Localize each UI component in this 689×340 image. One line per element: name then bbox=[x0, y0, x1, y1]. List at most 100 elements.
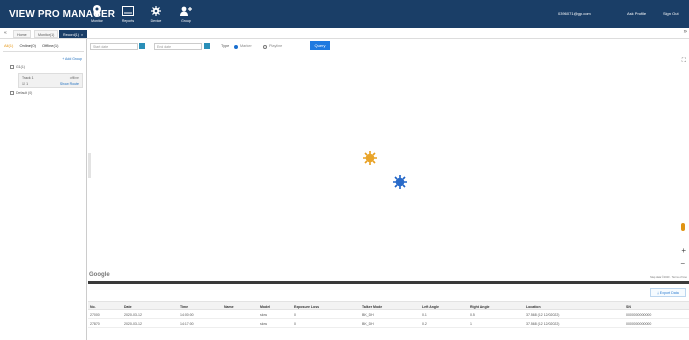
column-header[interactable]: Time bbox=[180, 305, 188, 309]
table-cell: 0.2 bbox=[422, 322, 427, 326]
device-count: ☑ 1 bbox=[22, 82, 28, 86]
nav-monitor-label: Monitor bbox=[91, 19, 103, 23]
table-cell: 1 bbox=[470, 322, 472, 326]
table-cell: 2020-03-12 bbox=[124, 313, 142, 317]
tab-back-icon[interactable]: « bbox=[4, 30, 7, 36]
page-tabs: « Home Monitor(1) Record(1) × » bbox=[0, 28, 689, 39]
end-date-input[interactable]: End date bbox=[154, 43, 202, 50]
zoom-in-button[interactable]: + bbox=[681, 246, 686, 255]
column-header[interactable]: Talker Mode bbox=[362, 305, 382, 309]
export-data-button[interactable]: ⤓ Export Data bbox=[650, 288, 686, 297]
start-date-input[interactable]: Start date bbox=[90, 43, 138, 50]
google-logo: Google bbox=[89, 272, 110, 278]
close-icon[interactable]: × bbox=[81, 33, 83, 37]
column-header[interactable]: Name bbox=[224, 305, 234, 309]
location-marker[interactable] bbox=[363, 151, 377, 166]
table-cell: 37.568 (12 12/02022) bbox=[526, 322, 560, 326]
nav-reports-label: Reports bbox=[121, 19, 135, 23]
tab-record-label: Record(1) bbox=[63, 33, 79, 37]
column-header[interactable]: Left Angle bbox=[422, 305, 439, 309]
column-header[interactable]: SN bbox=[626, 305, 631, 309]
map-view[interactable]: ⛶ + − Google Map data ©2020 · Terms of U… bbox=[88, 53, 689, 281]
nav-group[interactable]: Group bbox=[172, 4, 200, 23]
gear-icon bbox=[142, 4, 170, 17]
report-icon bbox=[114, 4, 142, 17]
group-label: G1(1) bbox=[16, 65, 25, 69]
group-label: Default (0) bbox=[16, 91, 33, 95]
radio-playline[interactable] bbox=[263, 45, 267, 49]
signout-link[interactable]: Sign Out bbox=[663, 11, 679, 16]
map-attribution[interactable]: Map data ©2020 · Terms of Use bbox=[650, 276, 687, 279]
device-checkbox-icon[interactable]: ☑ bbox=[22, 82, 25, 86]
tab-all[interactable]: All(1) bbox=[4, 43, 13, 48]
filter-bar: Start date End date Type Marker Playline… bbox=[88, 39, 689, 53]
group-row[interactable]: Default (0) bbox=[10, 91, 32, 95]
tab-record[interactable]: Record(1) × bbox=[59, 30, 88, 38]
table-cell: BK_DH bbox=[362, 322, 374, 326]
column-header[interactable]: Right Angle bbox=[470, 305, 490, 309]
table-header: No. Date Time Name Model Exposure Loss T… bbox=[88, 301, 689, 310]
export-label: Export Data bbox=[659, 291, 679, 295]
location-marker[interactable] bbox=[393, 175, 407, 190]
status-filter-tabs: All(1) Online(0) Offline(1) bbox=[4, 43, 63, 48]
map-pin-icon bbox=[83, 4, 111, 17]
nav-device[interactable]: Device bbox=[142, 4, 170, 23]
account-email[interactable]: 0396071@gp.com bbox=[558, 11, 591, 16]
table-cell: 2020-03-12 bbox=[124, 322, 142, 326]
table-cell: 0.1 bbox=[422, 313, 427, 317]
radio-playline-label: Playline bbox=[269, 44, 283, 48]
column-header[interactable]: Exposure Loss bbox=[294, 305, 319, 309]
table-cell: slow bbox=[260, 322, 268, 326]
query-button[interactable]: Query bbox=[310, 41, 330, 50]
sidebar-collapse-handle[interactable] bbox=[88, 153, 91, 178]
nav-monitor[interactable]: Monitor bbox=[83, 4, 111, 23]
table-cell: 0 bbox=[294, 313, 296, 317]
table-cell: BK_DH bbox=[362, 313, 374, 317]
table-cell: 0000000000000 bbox=[626, 313, 652, 317]
group-checkbox[interactable] bbox=[10, 91, 14, 95]
group-row[interactable]: G1(1) bbox=[10, 65, 25, 69]
table-cell: 14:17:00 bbox=[180, 322, 194, 326]
street-view-pegman-icon[interactable] bbox=[681, 223, 685, 231]
device-count-value: 1 bbox=[26, 82, 29, 86]
device-name: Track 1 bbox=[22, 76, 34, 80]
calendar-icon[interactable] bbox=[204, 43, 210, 49]
table-cell: 27000 bbox=[90, 313, 100, 317]
add-group-button[interactable]: + Add Group bbox=[62, 57, 82, 61]
table-cell: 0.5 bbox=[470, 313, 475, 317]
tab-home[interactable]: Home bbox=[13, 30, 31, 38]
table-cell: 0000000000000 bbox=[626, 322, 652, 326]
device-status: offline bbox=[69, 76, 79, 80]
tab-monitor[interactable]: Monitor(1) bbox=[34, 30, 59, 38]
nav-device-label: Device bbox=[150, 19, 162, 23]
nav-reports[interactable]: Reports bbox=[114, 4, 142, 23]
sidebar-divider bbox=[3, 51, 84, 52]
table-cell: 14:00:00 bbox=[180, 313, 194, 317]
zoom-out-button[interactable]: − bbox=[680, 259, 685, 268]
radio-marker-label: Marker bbox=[240, 44, 252, 48]
column-header[interactable]: No. bbox=[90, 305, 96, 309]
nav-group-label: Group bbox=[181, 19, 191, 23]
radio-marker[interactable] bbox=[234, 45, 238, 49]
table-row[interactable]: 27000 2020-03-12 14:00:00 slow 0 BK_DH 0… bbox=[88, 310, 689, 319]
device-card[interactable]: Track 1 offline ☑ 1 Show Route bbox=[18, 73, 83, 88]
column-header[interactable]: Model bbox=[260, 305, 270, 309]
tab-online[interactable]: Online(0) bbox=[19, 43, 35, 48]
column-header[interactable]: Location bbox=[526, 305, 541, 309]
profile-link[interactable]: Ask Profile bbox=[627, 11, 646, 16]
group-checkbox[interactable] bbox=[10, 65, 14, 69]
table-row[interactable]: 27870 2020-03-12 14:17:00 slow 0 BK_DH 0… bbox=[88, 319, 689, 328]
device-sidebar: All(1) Online(0) Offline(1) + Add Group … bbox=[0, 39, 87, 340]
record-table: ⤓ Export Data No. Date Time Name Model E… bbox=[88, 284, 689, 340]
download-icon: ⤓ bbox=[657, 291, 659, 295]
fullscreen-icon[interactable]: ⛶ bbox=[682, 58, 686, 65]
group-icon bbox=[172, 4, 200, 17]
column-header[interactable]: Date bbox=[124, 305, 132, 309]
tab-offline[interactable]: Offline(1) bbox=[42, 43, 58, 48]
calendar-icon[interactable] bbox=[139, 43, 145, 49]
table-cell: 0 bbox=[294, 322, 296, 326]
type-label: Type bbox=[221, 44, 230, 48]
show-route-link[interactable]: Show Route bbox=[60, 82, 79, 86]
tab-forward-icon[interactable]: » bbox=[684, 29, 687, 35]
top-navbar: VIEW PRO MANAGER Monitor Reports Device … bbox=[0, 0, 689, 28]
